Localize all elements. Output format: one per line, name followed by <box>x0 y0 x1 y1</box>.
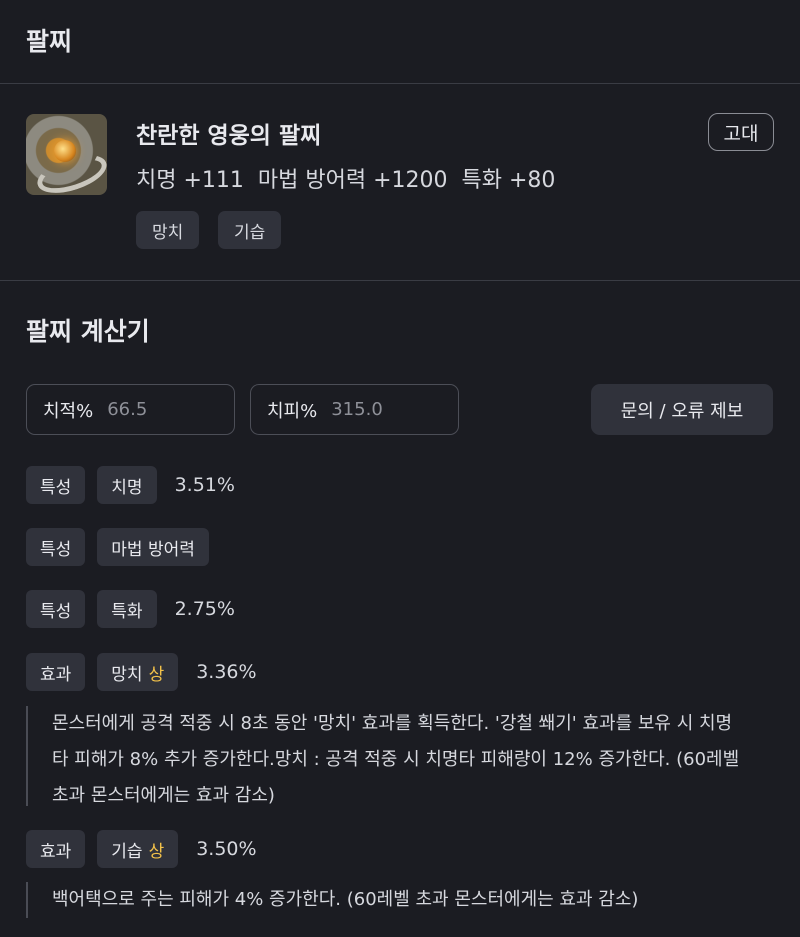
effect-description-ambush: 백어택으로 주는 피해가 4% 증가한다. (60레벨 초과 몬스터에게는 효과… <box>26 882 746 918</box>
crit-rate-label: 치적% <box>43 400 94 422</box>
crit-damage-input[interactable]: 치피% 315.0 <box>250 384 459 435</box>
report-button[interactable]: 문의 / 오류 제보 <box>591 384 773 435</box>
row-name: 기습 <box>111 841 143 862</box>
calculator-title: 팔찌 계산기 <box>26 317 150 346</box>
item-stats: 치명 +111 마법 방어력 +1200 특화 +80 <box>136 168 556 193</box>
crit-damage-value: 315.0 <box>331 399 383 420</box>
item-tag-ambush: 기습 <box>218 211 282 249</box>
row-kind: 효과 <box>26 653 86 691</box>
page-header: 팔찌 <box>0 0 800 84</box>
row-name: 특화 <box>97 590 157 628</box>
item-card: 찬란한 영웅의 팔찌 치명 +111 마법 방어력 +1200 특화 +80 고… <box>0 84 800 281</box>
row-name: 망치 <box>111 664 143 685</box>
page-title: 팔찌 <box>26 27 73 56</box>
trait-row-crit: 특성 치명 3.51% <box>26 466 235 504</box>
effect-description-hammer: 몬스터에게 공격 적중 시 8초 동안 '망치' 효과를 획득한다. '강철 쐐… <box>26 706 746 806</box>
row-name-chip: 망치 상 <box>97 653 179 691</box>
crit-damage-label: 치피% <box>267 400 318 422</box>
row-kind: 특성 <box>26 466 86 504</box>
crit-rate-value: 66.5 <box>107 399 148 420</box>
row-name: 치명 <box>97 466 157 504</box>
trait-row-specialization: 특성 특화 2.75% <box>26 590 235 628</box>
row-name: 마법 방어력 <box>97 528 209 566</box>
item-tag-hammer: 망치 <box>136 211 200 249</box>
row-grade: 상 <box>148 664 165 685</box>
effect-row-hammer: 효과 망치 상 3.36% <box>26 653 257 691</box>
item-name: 찬란한 영웅의 팔찌 <box>136 123 322 149</box>
effect-row-ambush: 효과 기습 상 3.50% <box>26 830 257 868</box>
row-grade: 상 <box>148 841 165 862</box>
grade-badge: 고대 <box>708 113 774 151</box>
row-value: 3.51% <box>174 474 235 496</box>
row-kind: 효과 <box>26 830 86 868</box>
row-name-chip: 기습 상 <box>97 830 179 868</box>
trait-row-magic-defense: 특성 마법 방어력 <box>26 528 209 566</box>
crit-rate-input[interactable]: 치적% 66.5 <box>26 384 235 435</box>
bracelet-icon <box>26 114 107 195</box>
row-kind: 특성 <box>26 590 86 628</box>
row-value: 3.50% <box>196 838 257 860</box>
row-kind: 특성 <box>26 528 86 566</box>
row-value: 3.36% <box>196 661 257 683</box>
row-value: 2.75% <box>174 598 235 620</box>
